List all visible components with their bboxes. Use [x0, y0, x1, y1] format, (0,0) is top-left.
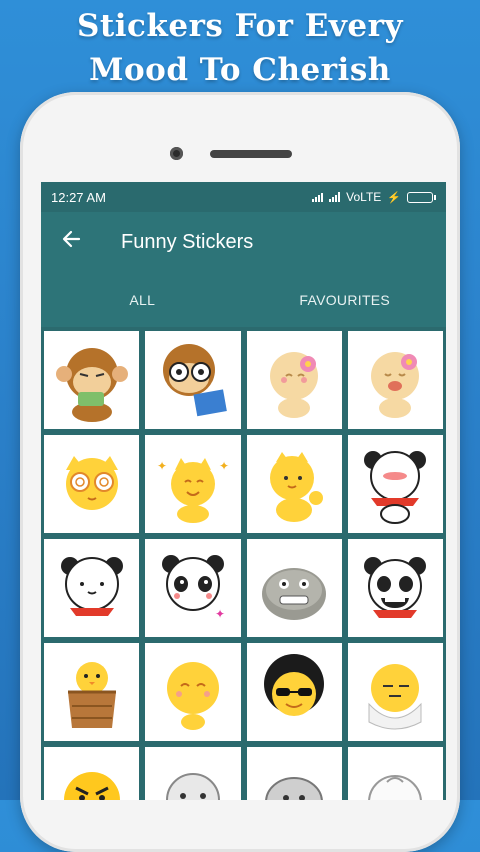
arrow-left-icon[interactable]	[41, 228, 101, 256]
status-icons: VoLTE ⚡	[312, 190, 436, 204]
cat-flower-shy-sticker[interactable]	[246, 331, 342, 429]
network-label: VoLTE	[346, 190, 382, 204]
cell-signal-icon	[329, 192, 341, 202]
white-bun-sticker[interactable]	[347, 747, 443, 800]
charging-icon: ⚡	[387, 191, 401, 204]
cat-dizzy-eyes-sticker[interactable]	[44, 435, 140, 533]
wifi-signal-icon	[312, 192, 324, 202]
panda-smile-sticker[interactable]	[44, 539, 140, 637]
phone-screen: 12:27 AM VoLTE ⚡ Funny Stickers ALL FAVO…	[41, 182, 446, 800]
panda-grin-sticker[interactable]	[347, 539, 443, 637]
cat-sparkle-sticker[interactable]: ✦ ✦	[145, 435, 241, 533]
yellow-blob-sticker[interactable]	[145, 643, 241, 741]
promo-title: Stickers For Every Mood To Cherish	[0, 4, 480, 92]
svg-text:✦: ✦	[219, 459, 229, 473]
svg-text:✦: ✦	[215, 607, 225, 621]
app-toolbar: Funny Stickers	[41, 212, 446, 272]
promo-line-1: Stickers For Every	[77, 8, 403, 44]
tab-all[interactable]: ALL	[41, 272, 244, 327]
page-title: Funny Stickers	[121, 230, 254, 253]
cat-wave-sticker[interactable]	[246, 435, 342, 533]
monkey-money-sticker[interactable]	[44, 331, 140, 429]
status-bar: 12:27 AM VoLTE ⚡	[41, 182, 446, 212]
tab-favourites[interactable]: FAVOURITES	[244, 272, 447, 327]
sticker-grid: ✦ ✦ ✦	[41, 327, 446, 800]
camera-icon	[170, 147, 183, 160]
battery-icon	[407, 191, 436, 203]
monkey-glasses-book-sticker[interactable]	[145, 331, 241, 429]
svg-text:✦: ✦	[157, 459, 167, 473]
gray-blob-sticker[interactable]	[246, 747, 342, 800]
speaker-grille	[210, 150, 292, 158]
afro-sunglasses-sticker[interactable]	[246, 643, 342, 741]
chick-basket-sticker[interactable]	[44, 643, 140, 741]
rock-grin-sticker[interactable]	[246, 539, 342, 637]
panda-cute-sticker[interactable]: ✦	[145, 539, 241, 637]
gray-face-sticker[interactable]	[145, 747, 241, 800]
angry-yellow-sticker[interactable]	[44, 747, 140, 800]
status-time: 12:27 AM	[51, 189, 106, 205]
cat-flower-laugh-sticker[interactable]	[347, 331, 443, 429]
egg-face-sticker[interactable]	[347, 643, 443, 741]
tab-bar: ALL FAVOURITES	[41, 272, 446, 327]
promo-line-2: Mood To Cherish	[89, 52, 391, 88]
panda-blush-scarf-sticker[interactable]	[347, 435, 443, 533]
